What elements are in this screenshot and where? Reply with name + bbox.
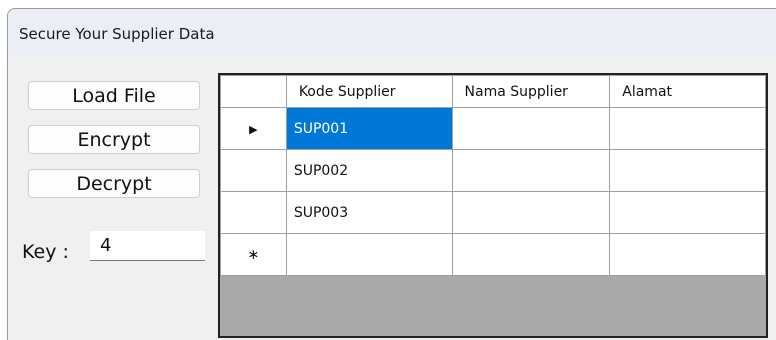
supplier-table: Kode Supplier Nama Supplier Alamat ▶ SUP… — [220, 75, 766, 276]
cell-kode-supplier[interactable]: SUP001 — [285, 107, 453, 150]
cell-alamat[interactable] — [609, 233, 766, 276]
new-row[interactable]: ∗ — [220, 233, 766, 276]
cell-nama-supplier[interactable] — [451, 149, 611, 192]
title-bar: Secure Your Supplier Data — [8, 9, 776, 57]
supplier-data-grid[interactable]: Kode Supplier Nama Supplier Alamat ▶ SUP… — [218, 73, 768, 338]
app-window: Secure Your Supplier Data Load File Encr… — [7, 8, 776, 340]
current-row-arrow-icon: ▶ — [249, 122, 258, 136]
background-strip — [0, 0, 776, 8]
cell-kode-supplier[interactable]: SUP002 — [285, 149, 453, 192]
load-file-button[interactable]: Load File — [28, 81, 200, 110]
row-header[interactable] — [220, 149, 287, 192]
column-header-kode-supplier[interactable]: Kode Supplier — [285, 75, 453, 108]
row-header[interactable] — [220, 191, 287, 234]
key-label: Key : — [22, 241, 69, 263]
column-header-nama-supplier[interactable]: Nama Supplier — [451, 75, 611, 108]
cell-alamat[interactable] — [609, 107, 766, 150]
cell-alamat[interactable] — [609, 191, 766, 234]
new-row-star-icon: ∗ — [247, 246, 260, 263]
table-row[interactable]: ▶ SUP001 — [220, 107, 766, 150]
table-row[interactable]: SUP002 — [220, 149, 766, 192]
encrypt-button[interactable]: Encrypt — [28, 125, 200, 154]
row-header[interactable]: ∗ — [220, 233, 287, 276]
header-row: Kode Supplier Nama Supplier Alamat — [220, 75, 766, 108]
cell-kode-supplier[interactable]: SUP003 — [285, 191, 453, 234]
row-header[interactable]: ▶ — [220, 107, 287, 150]
window-title: Secure Your Supplier Data — [19, 25, 215, 43]
table-row[interactable]: SUP003 — [220, 191, 766, 234]
key-input[interactable] — [90, 231, 205, 261]
cell-alamat[interactable] — [609, 149, 766, 192]
row-header-corner — [220, 75, 287, 108]
cell-kode-supplier[interactable] — [285, 233, 453, 276]
cell-nama-supplier[interactable] — [451, 107, 611, 150]
cell-nama-supplier[interactable] — [451, 191, 611, 234]
decrypt-button[interactable]: Decrypt — [28, 169, 200, 198]
column-header-alamat[interactable]: Alamat — [609, 75, 766, 108]
cell-nama-supplier[interactable] — [451, 233, 611, 276]
